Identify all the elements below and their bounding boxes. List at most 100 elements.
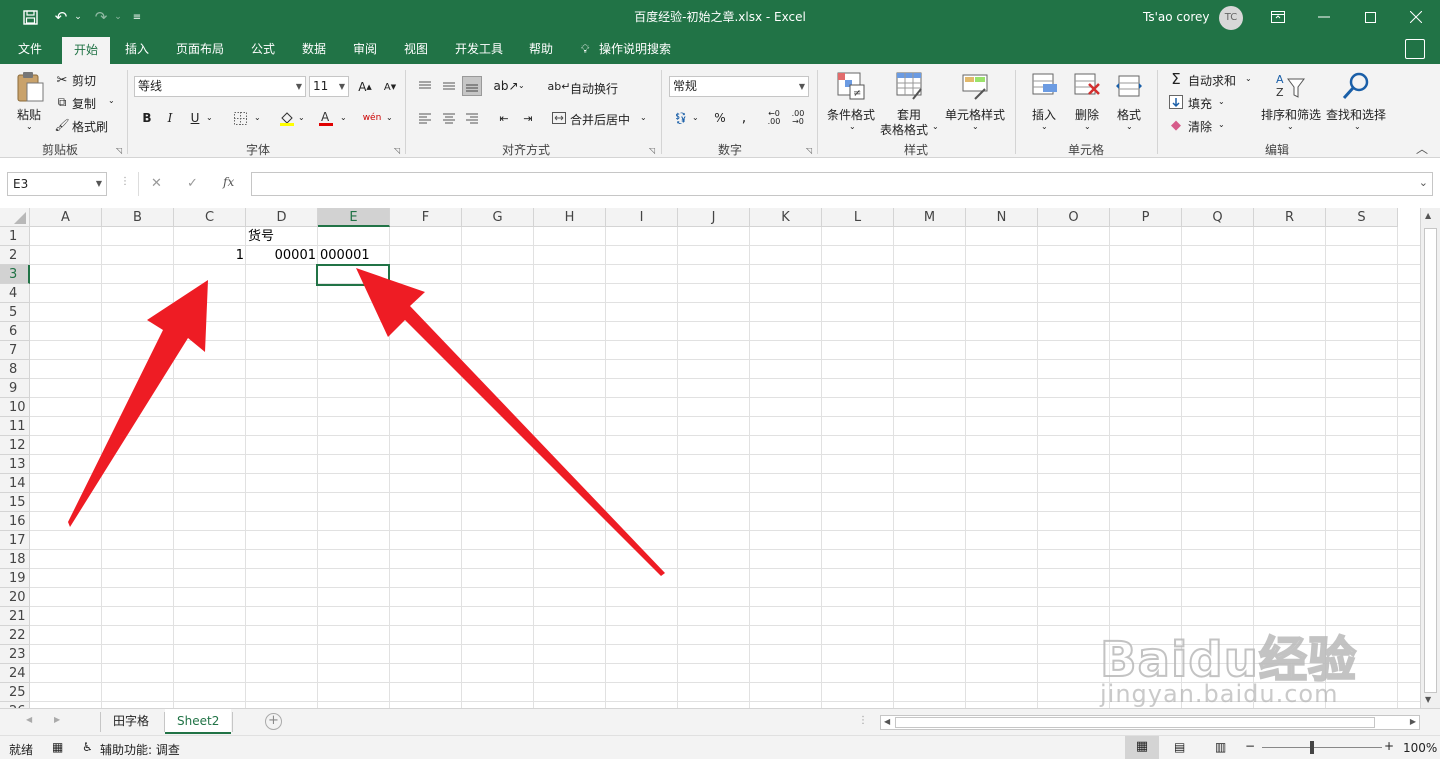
align-right-icon[interactable] [462,108,482,128]
row-header-7[interactable]: 7 [0,341,30,360]
accounting-format-icon[interactable]: 💱︎ [671,108,691,128]
row-header-14[interactable]: 14 [0,474,30,493]
increase-decimal-icon[interactable]: ←0.00 [764,108,784,128]
column-header-n[interactable]: N [966,208,1038,227]
clear-button[interactable]: 清除 [1188,118,1212,135]
formula-input[interactable]: ⌄ [251,172,1433,196]
vertical-scrollbar[interactable]: ▲ ▼ [1420,208,1440,708]
align-middle-icon[interactable] [439,76,459,96]
column-header-p[interactable]: P [1110,208,1182,227]
column-header-k[interactable]: K [750,208,822,227]
percent-style-icon[interactable]: % [710,108,730,128]
delete-cells-button[interactable]: 删除 [1075,106,1099,123]
autosum-button[interactable]: 自动求和 [1188,72,1236,89]
undo-dropdown-icon[interactable]: ⌄ [72,0,84,34]
column-header-r[interactable]: R [1254,208,1326,227]
minimize-icon[interactable] [1301,0,1347,34]
column-header-e[interactable]: E [318,208,390,227]
accounting-dropdown-icon[interactable]: ⌄ [692,113,699,122]
increase-font-icon[interactable]: A ▲ [355,77,375,97]
clear-dropdown-icon[interactable]: ⌄ [1218,120,1225,129]
align-center-icon[interactable] [439,108,459,128]
cell-c2[interactable]: 1 [174,246,246,265]
phonetic-guide-icon[interactable]: wén [362,108,382,128]
row-header-10[interactable]: 10 [0,398,30,417]
row-header-13[interactable]: 13 [0,455,30,474]
column-header-b[interactable]: B [102,208,174,227]
cell-styles-button[interactable]: 单元格样式 [945,106,1005,123]
normal-view-icon[interactable]: ▦ [1125,736,1159,759]
accessibility-status[interactable]: 辅助功能: 调查 [100,741,180,758]
tab-developer[interactable]: 开发工具 [448,34,510,64]
sort-filter-dropdown-icon[interactable]: ⌄ [1287,122,1294,131]
scroll-left-icon[interactable]: ◀ [884,717,890,726]
align-top-icon[interactable] [415,76,435,96]
bold-button[interactable]: B [137,108,157,128]
underline-dropdown-icon[interactable]: ⌄ [206,113,213,122]
row-header-4[interactable]: 4 [0,284,30,303]
row-header-3[interactable]: 3 [0,265,30,284]
close-icon[interactable] [1393,0,1439,34]
macro-record-icon[interactable]: ▦ [52,740,63,754]
row-header-25[interactable]: 25 [0,683,30,702]
fill-dropdown-icon[interactable]: ⌄ [1218,97,1225,106]
column-header-a[interactable]: A [30,208,102,227]
row-header-12[interactable]: 12 [0,436,30,455]
sheet-tab-1[interactable]: 田字格 [101,709,161,734]
zoom-in-icon[interactable]: + [1384,739,1394,753]
scroll-down-icon[interactable]: ▼ [1425,695,1431,704]
user-name[interactable]: Ts'ao corey [1143,0,1210,34]
tab-insert[interactable]: 插入 [116,34,158,64]
number-launcher-icon[interactable]: ◹ [806,146,812,155]
underline-button[interactable]: U [185,108,205,128]
font-launcher-icon[interactable]: ◹ [394,146,400,155]
scroll-thumb[interactable] [1424,228,1437,693]
sort-filter-button[interactable]: 排序和筛选 [1261,106,1321,123]
splitter-icon[interactable]: ⋮ [858,715,868,726]
tab-file[interactable]: 文件 [8,34,52,64]
format-as-table-line2[interactable]: 表格格式 [880,121,928,138]
comma-style-icon[interactable]: , [734,108,754,128]
cell-e2[interactable]: 000001 [318,246,372,265]
insert-cells-dropdown-icon[interactable]: ⌄ [1041,122,1048,131]
row-header-16[interactable]: 16 [0,512,30,531]
find-select-dropdown-icon[interactable]: ⌄ [1354,122,1361,131]
decrease-indent-icon[interactable]: ⇤ [494,108,514,128]
number-format-combo[interactable]: 常规 ▼ [669,76,809,97]
avatar[interactable]: TC [1219,6,1243,30]
borders-icon[interactable] [230,108,250,128]
font-name-combo[interactable]: 等线 ▼ [134,76,306,97]
name-box[interactable]: E3 ▼ [7,172,107,196]
tab-view[interactable]: 视图 [395,34,437,64]
cell-d1[interactable]: 货号 [246,227,276,246]
row-header-24[interactable]: 24 [0,664,30,683]
format-cells-dropdown-icon[interactable]: ⌄ [1126,122,1133,131]
column-header-q[interactable]: Q [1182,208,1254,227]
tell-me-search[interactable]: 💡︎ 操作说明搜索 [581,34,671,64]
comments-icon[interactable] [1405,39,1425,59]
format-painter-button[interactable]: 格式刷 [72,118,108,135]
column-header-f[interactable]: F [390,208,462,227]
ribbon-display-icon[interactable] [1255,0,1301,34]
clipboard-launcher-icon[interactable]: ◹ [116,146,122,155]
zoom-out-icon[interactable]: − [1245,739,1255,753]
column-header-m[interactable]: M [894,208,966,227]
row-header-5[interactable]: 5 [0,303,30,322]
page-break-view-icon[interactable]: ▥ [1215,740,1226,754]
scroll-up-icon[interactable]: ▲ [1425,211,1431,220]
column-header-d[interactable]: D [246,208,318,227]
borders-dropdown-icon[interactable]: ⌄ [254,113,261,122]
delete-cells-dropdown-icon[interactable]: ⌄ [1084,122,1091,131]
zoom-slider-thumb[interactable] [1310,741,1314,754]
merge-center-button[interactable]: 合并后居中 [570,111,630,128]
decrease-decimal-icon[interactable]: .00 →0 [788,108,808,128]
tab-page-layout[interactable]: 页面布局 [168,34,232,64]
row-header-19[interactable]: 19 [0,569,30,588]
format-table-dropdown-icon[interactable]: ⌄ [932,122,939,131]
format-cells-button[interactable]: 格式 [1117,106,1141,123]
tab-formulas[interactable]: 公式 [242,34,284,64]
phonetic-dropdown-icon[interactable]: ⌄ [386,113,393,122]
row-header-23[interactable]: 23 [0,645,30,664]
customize-qat-icon[interactable]: ≡ [130,0,144,34]
cut-button[interactable]: 剪切 [72,72,96,89]
